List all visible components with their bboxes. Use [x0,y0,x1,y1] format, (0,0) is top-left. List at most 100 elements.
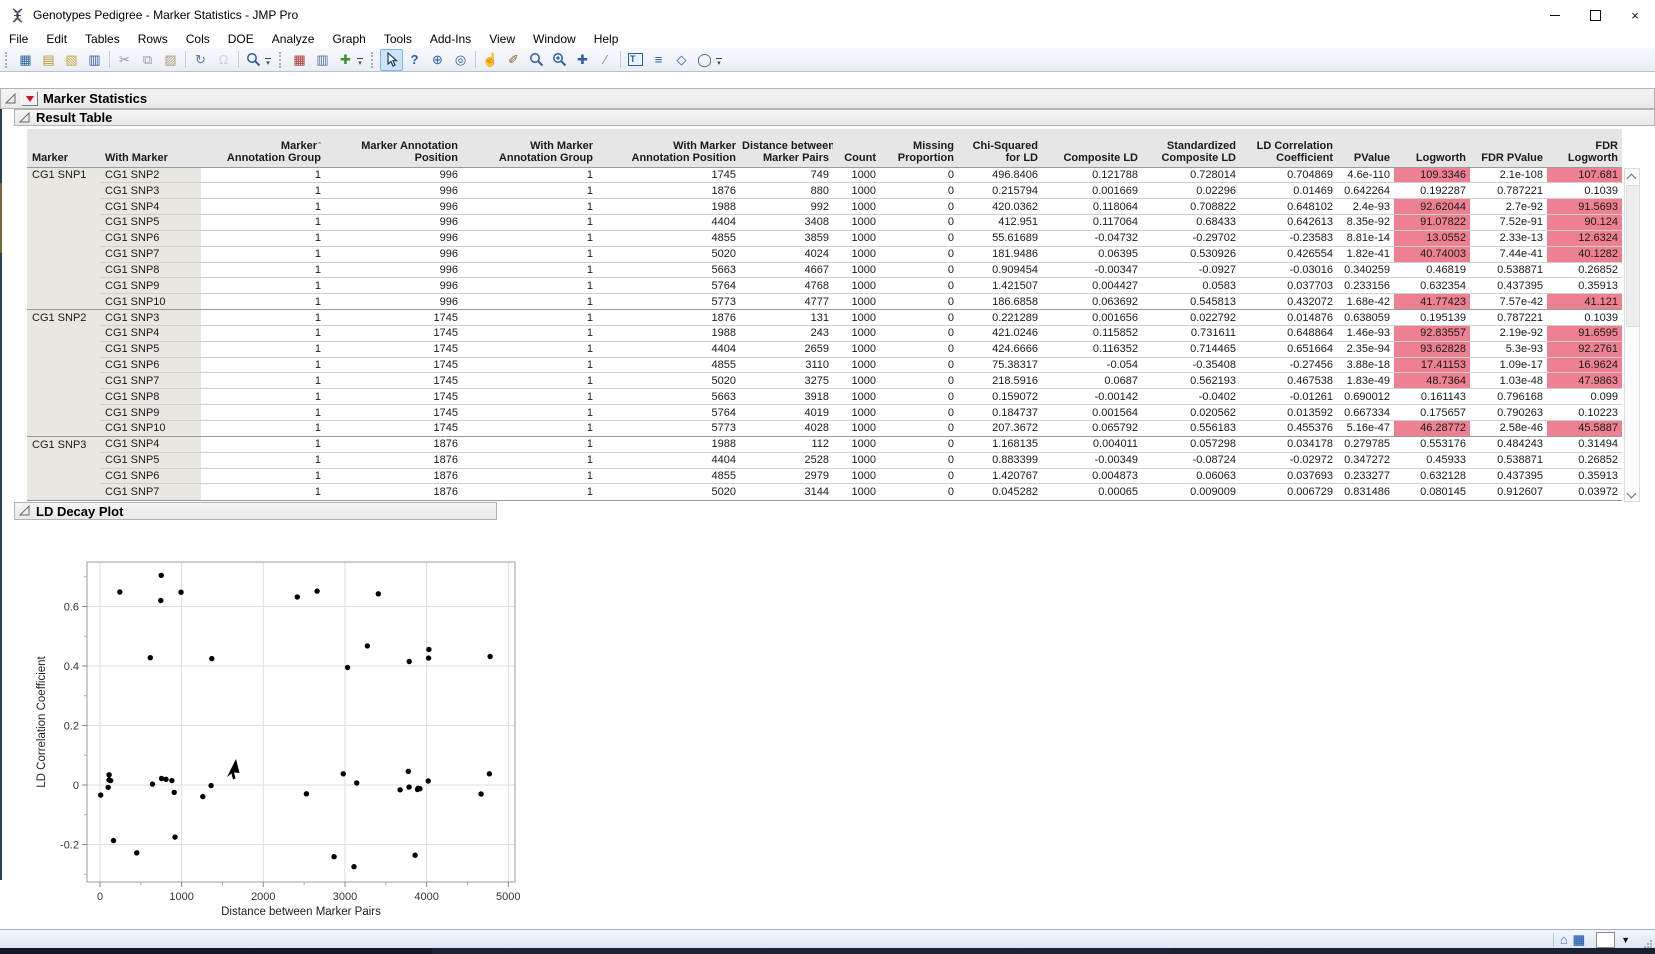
cell-ld_correlation_coefficient[interactable]: 0.01469 [1240,183,1337,199]
cell-with_marker[interactable]: CG1 SNP6 [100,230,201,246]
cell-fdr_logworth[interactable]: 41.121 [1547,294,1622,310]
grabber-hand-icon[interactable]: ☝ [479,49,502,71]
cell-distance_between_marker_pairs[interactable]: 3918 [740,389,833,405]
menu-analyze[interactable]: Analyze [263,30,324,48]
cell-marker_annotation_position[interactable]: 1745 [325,341,462,357]
cell-standardized_composite_ld[interactable]: -0.29702 [1142,230,1240,246]
cell-distance_between_marker_pairs[interactable]: 4028 [740,421,833,437]
cell-distance_between_marker_pairs[interactable]: 4667 [740,262,833,278]
cell-standardized_composite_ld[interactable]: -0.0402 [1142,389,1240,405]
cell-pvalue[interactable]: 0.340259 [1337,262,1394,278]
cell-with_marker[interactable]: CG1 SNP4 [100,325,201,341]
cell-ld_correlation_coefficient[interactable]: 0.432072 [1240,294,1337,310]
cell-missing_proportion[interactable]: 0 [880,436,958,452]
cell-logworth[interactable]: 0.161143 [1394,389,1470,405]
cell-marker_annotation_position[interactable]: 1745 [325,357,462,373]
cell-missing_proportion[interactable]: 0 [880,215,958,231]
scatter-point[interactable] [426,778,431,783]
column-header-with_marker[interactable]: With Marker [100,129,201,167]
cell-marker[interactable] [27,278,100,294]
cell-ld_correlation_coefficient[interactable]: 0.704869 [1240,167,1337,183]
cell-logworth[interactable]: 0.632354 [1394,278,1470,294]
cell-marker_annotation_group[interactable]: 1 [201,357,325,373]
cell-chi_squared_for_ld[interactable]: 218.5916 [958,373,1042,389]
cell-chi_squared_for_ld[interactable]: 0.184737 [958,405,1042,421]
cell-fdr_pvalue[interactable]: 1.03e-48 [1470,373,1547,389]
cell-fdr_logworth[interactable]: 91.5693 [1547,199,1622,215]
cell-marker[interactable] [27,484,100,500]
cell-marker_annotation_position[interactable]: 1745 [325,421,462,437]
cell-missing_proportion[interactable]: 0 [880,262,958,278]
cell-with_marker[interactable]: CG1 SNP8 [100,262,201,278]
cell-with_marker_annotation_position[interactable]: 5764 [597,278,740,294]
scatter-point[interactable] [365,643,370,648]
cell-with_marker_annotation_group[interactable]: 1 [462,341,597,357]
cell-fdr_pvalue[interactable]: 7.57e-42 [1470,294,1547,310]
cell-distance_between_marker_pairs[interactable]: 2979 [740,468,833,484]
table-row[interactable]: CG1 SNP511876144042528100000.883399-0.00… [27,452,1622,468]
cell-fdr_logworth[interactable]: 91.6595 [1547,325,1622,341]
scatter-point[interactable] [345,665,350,670]
cell-with_marker[interactable]: CG1 SNP7 [100,373,201,389]
cell-fdr_logworth[interactable]: 12.6324 [1547,230,1622,246]
cell-pvalue[interactable]: 4.6e-110 [1337,167,1394,183]
cell-chi_squared_for_ld[interactable]: 0.045282 [958,484,1042,500]
cell-ld_correlation_coefficient[interactable]: 0.642613 [1240,215,1337,231]
cell-fdr_pvalue[interactable]: 0.912607 [1470,484,1547,500]
cell-logworth[interactable]: 93.62828 [1394,341,1470,357]
cell-composite_ld[interactable]: 0.001656 [1042,310,1142,326]
cell-marker_annotation_position[interactable]: 996 [325,278,462,294]
cell-with_marker_annotation_position[interactable]: 4855 [597,468,740,484]
maximize-button[interactable] [1575,0,1615,30]
cell-pvalue[interactable]: 0.690012 [1337,389,1394,405]
status-dropdown-arrow[interactable]: ▼ [1621,935,1630,945]
cell-missing_proportion[interactable]: 0 [880,246,958,262]
cell-with_marker_annotation_position[interactable]: 5764 [597,405,740,421]
column-header-missing_proportion[interactable]: MissingProportion [880,129,958,167]
cell-marker_annotation_group[interactable]: 1 [201,278,325,294]
table-row[interactable]: CG1 SNP10199615773477710000186.68580.063… [27,294,1622,310]
cell-pvalue[interactable]: 8.35e-92 [1337,215,1394,231]
cell-marker_annotation_position[interactable]: 1745 [325,373,462,389]
cell-missing_proportion[interactable]: 0 [880,421,958,437]
cell-composite_ld[interactable]: -0.00349 [1042,452,1142,468]
column-header-logworth[interactable]: Logworth [1394,129,1470,167]
cell-with_marker_annotation_position[interactable]: 4855 [597,357,740,373]
cell-logworth[interactable]: 92.62044 [1394,199,1470,215]
cell-pvalue[interactable]: 0.279785 [1337,436,1394,452]
cell-missing_proportion[interactable]: 0 [880,310,958,326]
menu-view[interactable]: View [480,30,524,48]
cell-with_marker[interactable]: CG1 SNP5 [100,452,201,468]
data-table-status-icon[interactable]: ▦ [1573,931,1585,948]
cell-distance_between_marker_pairs[interactable]: 2528 [740,452,833,468]
cell-with_marker_annotation_group[interactable]: 1 [462,230,597,246]
cell-composite_ld[interactable]: 0.116352 [1042,341,1142,357]
cell-count[interactable]: 1000 [833,373,880,389]
cell-composite_ld[interactable]: 0.06395 [1042,246,1142,262]
cell-fdr_pvalue[interactable]: 2.19e-92 [1470,325,1547,341]
scatter-point[interactable] [172,790,177,795]
cell-distance_between_marker_pairs[interactable]: 4768 [740,278,833,294]
cell-marker[interactable] [27,389,100,405]
cell-composite_ld[interactable]: -0.00142 [1042,389,1142,405]
cell-fdr_pvalue[interactable]: 2.1e-108 [1470,167,1547,183]
cell-with_marker_annotation_group[interactable]: 1 [462,452,597,468]
cell-fdr_logworth[interactable]: 0.1039 [1547,310,1622,326]
cell-pvalue[interactable]: 1.82e-41 [1337,246,1394,262]
cell-logworth[interactable]: 13.0552 [1394,230,1470,246]
scatter-point[interactable] [426,647,431,652]
column-header-marker_annotation_group[interactable]: MarkerˆAnnotation Group [201,129,325,167]
cell-marker_annotation_position[interactable]: 1876 [325,452,462,468]
menu-rows[interactable]: Rows [129,30,177,48]
cell-fdr_logworth[interactable]: 0.26852 [1547,452,1622,468]
cell-missing_proportion[interactable]: 0 [880,199,958,215]
cell-standardized_composite_ld[interactable]: 0.731611 [1142,325,1240,341]
cell-standardized_composite_ld[interactable]: 0.0583 [1142,278,1240,294]
table-row[interactable]: CG1 SNP51174514404265910000424.66660.116… [27,341,1622,357]
cell-marker_annotation_group[interactable]: 1 [201,167,325,183]
scroll-up-button[interactable] [1628,172,1636,180]
cell-with_marker_annotation_group[interactable]: 1 [462,357,597,373]
cell-count[interactable]: 1000 [833,357,880,373]
scatter-point[interactable] [106,772,111,777]
cell-fdr_pvalue[interactable]: 7.52e-91 [1470,215,1547,231]
